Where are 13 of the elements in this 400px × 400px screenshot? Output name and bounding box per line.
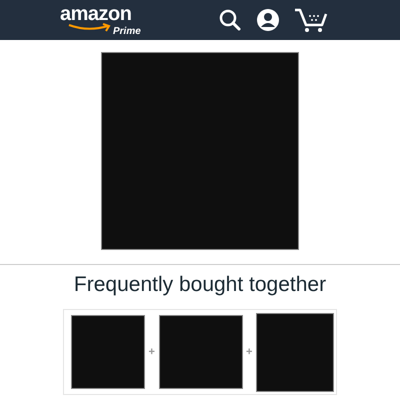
logo-text[interactable]: amazon <box>60 4 132 24</box>
account-icon[interactable] <box>256 8 280 32</box>
search-icon[interactable] <box>218 8 242 32</box>
product-image[interactable] <box>101 52 299 250</box>
smile-arrow-icon <box>68 23 112 32</box>
plus-sign: + <box>148 346 155 358</box>
cart-icon[interactable] <box>294 7 328 33</box>
prime-label: Prime <box>113 27 141 37</box>
product-image[interactable] <box>256 312 334 392</box>
plus-sign: + <box>246 346 252 358</box>
product-image[interactable] <box>158 315 242 389</box>
product-image[interactable] <box>71 315 145 389</box>
section-title: Frequently bought together <box>72 273 328 297</box>
